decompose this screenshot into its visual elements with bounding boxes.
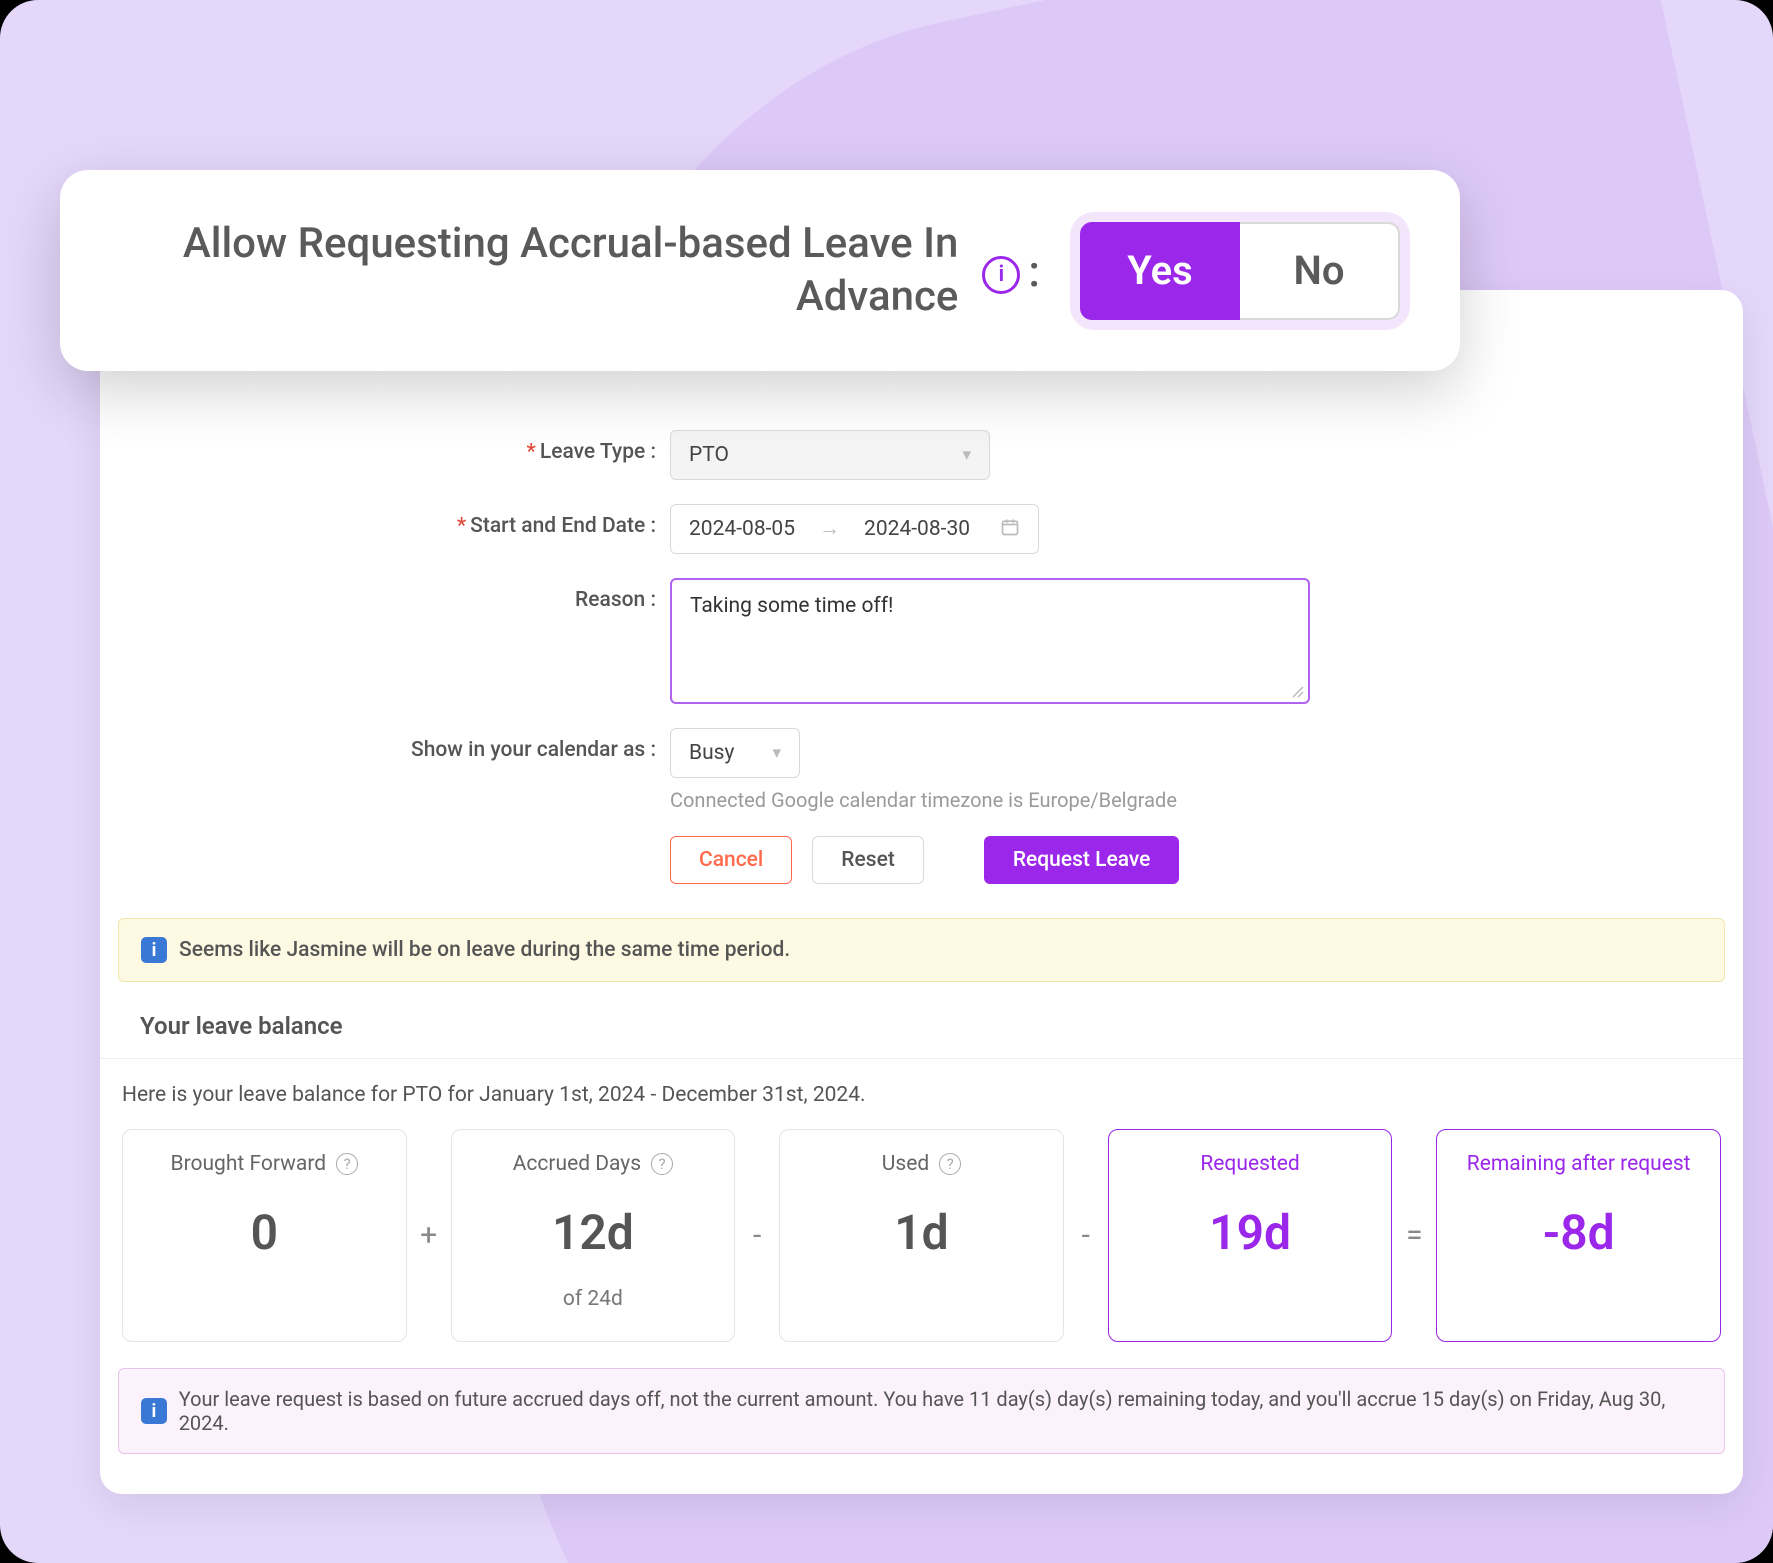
- help-icon[interactable]: ?: [939, 1153, 961, 1175]
- arrow-right-icon: →: [819, 517, 840, 541]
- chevron-down-icon: ▾: [772, 743, 781, 763]
- balance-description: Here is your leave balance for PTO for J…: [122, 1083, 1743, 1107]
- remaining-days-value: -8d: [1447, 1204, 1710, 1261]
- balance-breakdown: Brought Forward? 0 + Accrued Days? 12d o…: [100, 1129, 1743, 1342]
- leave-request-card: *Leave Type : PTO ▾ *Start and End Date …: [100, 290, 1743, 1494]
- reset-button[interactable]: Reset: [812, 836, 924, 884]
- divider: [100, 1058, 1743, 1059]
- leave-type-select[interactable]: PTO ▾: [670, 430, 990, 480]
- calendar-timezone-hint: Connected Google calendar timezone is Eu…: [670, 788, 1743, 812]
- future-accrual-text: Your leave request is based on future ac…: [179, 1387, 1702, 1435]
- end-date-value: 2024-08-30: [864, 517, 970, 541]
- leave-request-form: *Leave Type : PTO ▾ *Start and End Date …: [100, 290, 1743, 884]
- label-colon: :: [1028, 245, 1040, 297]
- minus-operator: -: [735, 1129, 779, 1342]
- advance-request-toggle-card: Allow Requesting Accrual-based Leave In …: [60, 170, 1460, 371]
- toggle-no-button[interactable]: No: [1240, 222, 1400, 320]
- help-icon[interactable]: ?: [651, 1153, 673, 1175]
- date-range-picker[interactable]: 2024-08-05 → 2024-08-30: [670, 504, 1039, 554]
- calendar-status-label: Show in your calendar as :: [100, 728, 670, 762]
- minus-operator: -: [1064, 1129, 1108, 1342]
- resize-handle-icon: [1291, 685, 1305, 699]
- calendar-status-value: Busy: [689, 741, 734, 765]
- info-icon: i: [141, 937, 167, 963]
- reason-label: Reason :: [100, 578, 670, 612]
- info-icon[interactable]: i: [982, 256, 1020, 294]
- brought-forward-value: 0: [133, 1204, 396, 1261]
- overlap-alert-text: Seems like Jasmine will be on leave duri…: [179, 938, 790, 962]
- start-date-value: 2024-08-05: [689, 517, 795, 541]
- chevron-down-icon: ▾: [962, 445, 971, 465]
- leave-type-label: *Leave Type :: [100, 430, 670, 464]
- accrued-days-subtext: of 24d: [462, 1287, 725, 1311]
- request-leave-button[interactable]: Request Leave: [984, 836, 1180, 884]
- remaining-days-card: Remaining after request -8d: [1436, 1129, 1721, 1342]
- equals-operator: =: [1392, 1129, 1436, 1342]
- page-background: *Leave Type : PTO ▾ *Start and End Date …: [0, 0, 1773, 1563]
- future-accrual-alert: i Your leave request is based on future …: [118, 1368, 1725, 1454]
- form-actions: Cancel Reset Request Leave: [670, 836, 1743, 884]
- calendar-status-select[interactable]: Busy ▾: [670, 728, 800, 778]
- accrued-days-card: Accrued Days? 12d of 24d: [451, 1129, 736, 1342]
- overlap-alert: i Seems like Jasmine will be on leave du…: [118, 918, 1725, 982]
- used-days-card: Used? 1d: [779, 1129, 1064, 1342]
- info-icon: i: [141, 1398, 167, 1424]
- used-days-value: 1d: [790, 1204, 1053, 1261]
- advance-request-toggle-label: Allow Requesting Accrual-based Leave In …: [120, 218, 968, 323]
- requested-days-card: Requested 19d: [1108, 1129, 1393, 1342]
- reason-textarea[interactable]: Taking some time off!: [670, 578, 1310, 704]
- balance-section-title: Your leave balance: [140, 1012, 1743, 1040]
- calendar-icon: [1000, 517, 1020, 542]
- reason-value: Taking some time off!: [690, 594, 893, 618]
- help-icon[interactable]: ?: [336, 1153, 358, 1175]
- brought-forward-card: Brought Forward? 0: [122, 1129, 407, 1342]
- requested-days-value: 19d: [1119, 1204, 1382, 1261]
- leave-type-value: PTO: [689, 443, 729, 467]
- date-range-label: *Start and End Date :: [100, 504, 670, 538]
- plus-operator: +: [407, 1129, 451, 1342]
- accrued-days-value: 12d: [462, 1204, 725, 1261]
- toggle-yes-button[interactable]: Yes: [1080, 222, 1240, 320]
- cancel-button[interactable]: Cancel: [670, 836, 792, 884]
- yes-no-toggle: Yes No: [1080, 222, 1400, 320]
